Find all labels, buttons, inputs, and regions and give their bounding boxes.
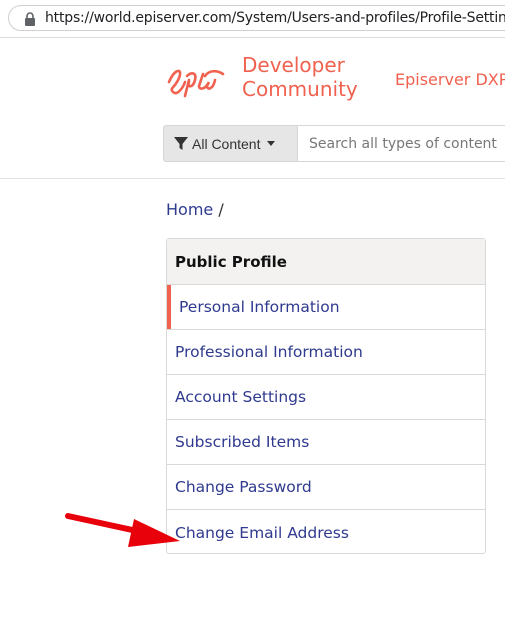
browser-address-bar: https://world.episerver.com/System/Users… bbox=[0, 0, 505, 38]
url-field[interactable]: https://world.episerver.com/System/Users… bbox=[8, 5, 505, 31]
caret-down-icon bbox=[267, 141, 276, 146]
red-arrow-annotation-icon bbox=[65, 513, 180, 547]
menu-item-change-password[interactable]: Change Password bbox=[167, 465, 485, 510]
menu-item-account-settings[interactable]: Account Settings bbox=[167, 375, 485, 420]
site-logo-text[interactable]: Developer Community bbox=[242, 53, 358, 101]
logo-line-community: Community bbox=[242, 77, 358, 101]
breadcrumb-separator: / bbox=[218, 200, 224, 219]
episerver-logo-icon[interactable] bbox=[165, 62, 227, 98]
menu-item-professional-information[interactable]: Professional Information bbox=[167, 330, 485, 375]
content-filter-label: All Content bbox=[192, 135, 261, 152]
content-filter-dropdown[interactable]: All Content bbox=[163, 125, 298, 162]
breadcrumb: Home / bbox=[166, 200, 224, 219]
menu-item-personal-information[interactable]: Personal Information bbox=[167, 285, 485, 330]
menu-item-change-email-address[interactable]: Change Email Address bbox=[167, 510, 485, 555]
menu-item-subscribed-items[interactable]: Subscribed Items bbox=[167, 420, 485, 465]
breadcrumb-home-link[interactable]: Home bbox=[166, 200, 213, 219]
profile-menu-title: Public Profile bbox=[167, 239, 485, 285]
search-input[interactable] bbox=[298, 125, 505, 162]
logo-line-developer: Developer bbox=[242, 53, 345, 77]
profile-menu: Public Profile Personal Information Prof… bbox=[166, 238, 486, 554]
filter-icon bbox=[174, 136, 188, 150]
lock-icon bbox=[25, 12, 35, 26]
nav-link-episerver-dxp[interactable]: Episerver DXP bbox=[395, 70, 505, 89]
header-divider bbox=[0, 178, 505, 179]
url-text: https://world.episerver.com/System/Users… bbox=[45, 10, 505, 26]
